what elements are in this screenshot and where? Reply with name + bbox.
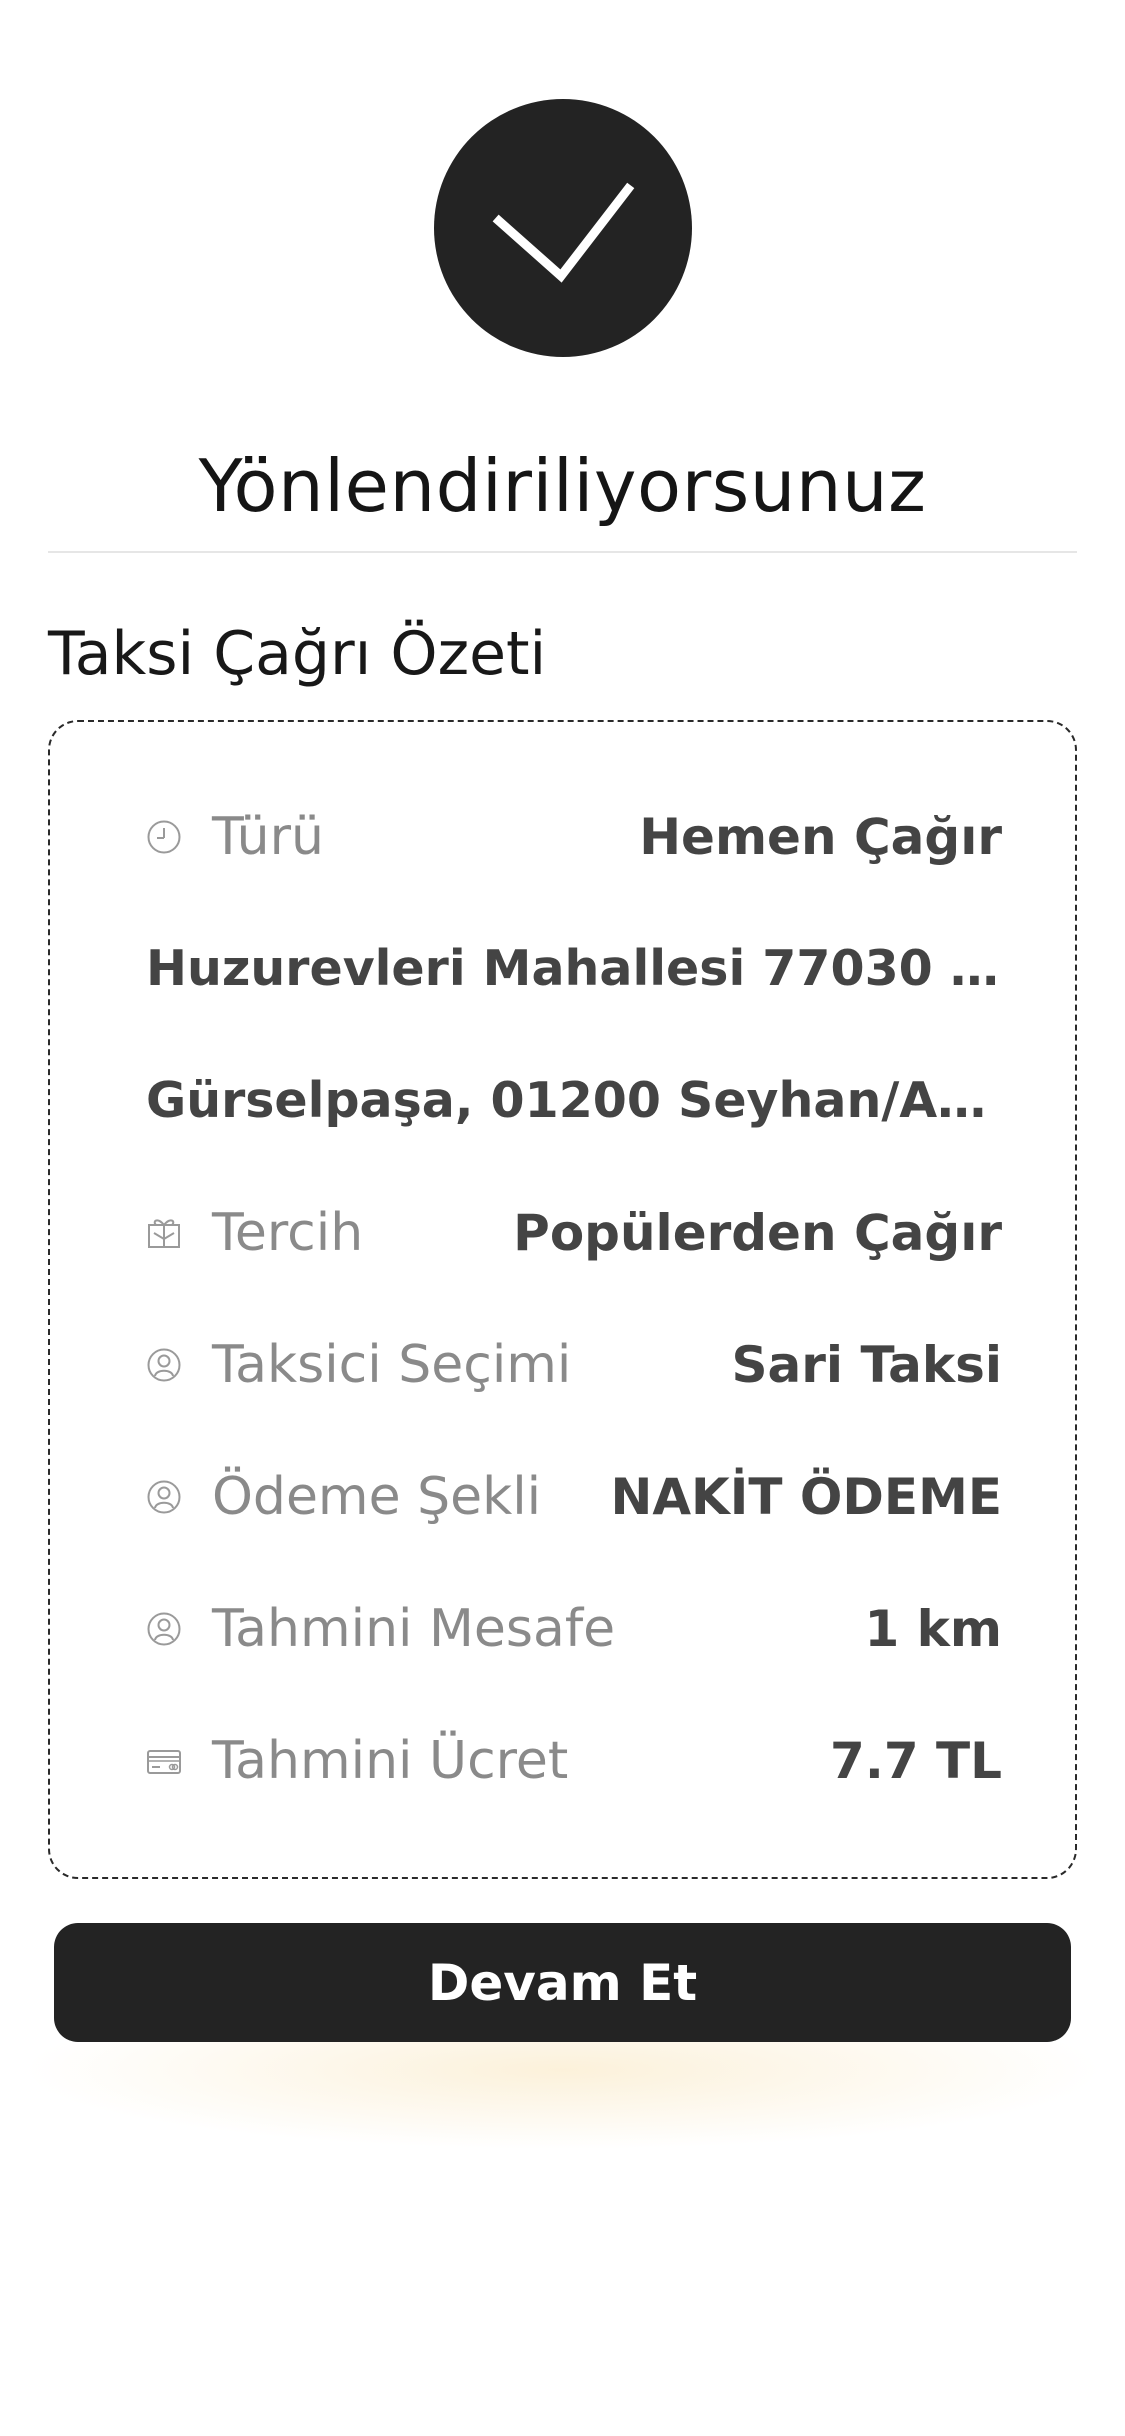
- preference-value: Popülerden Çağır: [513, 1204, 1002, 1262]
- success-check-icon: [434, 99, 692, 357]
- summary-row-payment: Ödeme Şekli NAKİT ÖDEME: [146, 1457, 1002, 1537]
- type-label: Türü: [212, 807, 324, 867]
- payment-method-label: Ödeme Şekli: [212, 1467, 542, 1527]
- estimated-distance-value: 1 km: [864, 1600, 1002, 1658]
- user-icon: [146, 1347, 182, 1383]
- driver-selection-value: Sari Taksi: [731, 1336, 1002, 1394]
- user-icon: [146, 1611, 182, 1647]
- estimated-fare-value: 7.7 TL: [830, 1732, 1002, 1790]
- clock-icon: [146, 819, 182, 855]
- payment-method-value: NAKİT ÖDEME: [610, 1468, 1002, 1526]
- estimated-distance-label: Tahmini Mesafe: [212, 1599, 616, 1659]
- address-line-1: Huzurevleri Mahallesi 77030 sokak: [146, 940, 1002, 997]
- divider: [48, 551, 1077, 553]
- summary-card: [48, 720, 1077, 1879]
- estimated-fare-label: Tahmini Ücret: [212, 1731, 569, 1791]
- summary-row-distance: Tahmini Mesafe 1 km: [146, 1589, 1002, 1669]
- preference-label: Tercih: [212, 1203, 364, 1263]
- driver-selection-label: Taksici Seçimi: [212, 1335, 572, 1395]
- summary-title: Taksi Çağrı Özeti: [48, 619, 547, 689]
- type-value: Hemen Çağır: [639, 808, 1002, 866]
- summary-row-type: Türü Hemen Çağır: [146, 797, 1002, 877]
- summary-row-fare: Tahmini Ücret 7.7 TL: [146, 1721, 1002, 1801]
- card-icon: [146, 1743, 182, 1779]
- address-line-2: Gürselpaşa, 01200 Seyhan/Adana: [146, 1072, 1002, 1129]
- user-icon: [146, 1479, 182, 1515]
- status-title: Yönlendiriliyorsunuz: [198, 444, 927, 528]
- continue-button[interactable]: Devam Et: [54, 1923, 1071, 2042]
- summary-row-preference: Tercih Popülerden Çağır: [146, 1193, 1002, 1273]
- gift-icon: [146, 1215, 182, 1251]
- summary-row-driver: Taksici Seçimi Sari Taksi: [146, 1325, 1002, 1405]
